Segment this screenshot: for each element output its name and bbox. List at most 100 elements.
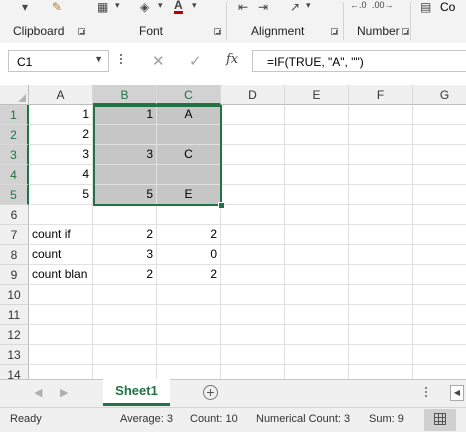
cell-d7[interactable] xyxy=(221,225,285,245)
cell-b13[interactable] xyxy=(93,345,157,365)
cell-g3[interactable] xyxy=(413,145,466,165)
row-header-12[interactable]: 12 xyxy=(0,325,29,345)
cell-f2[interactable] xyxy=(349,125,413,145)
decrease-decimal-icon[interactable]: .00→ xyxy=(372,0,394,10)
cell-a7[interactable]: count if xyxy=(29,225,93,245)
cell-a12[interactable] xyxy=(29,325,93,345)
cell-f14[interactable] xyxy=(349,365,413,379)
cell-f7[interactable] xyxy=(349,225,413,245)
row-header-8[interactable]: 8 xyxy=(0,245,29,265)
cell-e7[interactable] xyxy=(285,225,349,245)
font-dialog-launcher-icon[interactable] xyxy=(214,28,221,35)
column-header-c[interactable]: C xyxy=(157,85,221,105)
cell-d8[interactable] xyxy=(221,245,285,265)
increase-decimal-icon[interactable]: ←.0 xyxy=(350,0,367,10)
cell-e4[interactable] xyxy=(285,165,349,185)
cell-g13[interactable] xyxy=(413,345,466,365)
cell-f4[interactable] xyxy=(349,165,413,185)
next-sheet-icon[interactable]: ▶ xyxy=(60,386,68,399)
fill-color-dropdown-icon[interactable]: ▾ xyxy=(158,0,163,11)
cell-c9[interactable]: 2 xyxy=(157,265,221,285)
row-header-14[interactable]: 14 xyxy=(0,365,29,379)
cell-c13[interactable] xyxy=(157,345,221,365)
cell-a2[interactable]: 2 xyxy=(29,125,93,145)
cell-e14[interactable] xyxy=(285,365,349,379)
row-header-4[interactable]: 4 xyxy=(0,165,29,185)
column-header-f[interactable]: F xyxy=(349,85,413,105)
row-header-9[interactable]: 9 xyxy=(0,265,29,285)
cell-e10[interactable] xyxy=(285,285,349,305)
cell-d1[interactable] xyxy=(221,105,285,125)
column-header-e[interactable]: E xyxy=(285,85,349,105)
cell-e1[interactable] xyxy=(285,105,349,125)
cell-b4[interactable] xyxy=(93,165,157,185)
cell-c5[interactable]: E xyxy=(157,185,221,205)
font-color-icon[interactable]: A xyxy=(174,0,183,14)
orientation-icon[interactable]: ↗ xyxy=(290,0,300,14)
cell-d4[interactable] xyxy=(221,165,285,185)
cell-f5[interactable] xyxy=(349,185,413,205)
cell-b3[interactable]: 3 xyxy=(93,145,157,165)
tab-splitter-icon[interactable] xyxy=(425,387,427,399)
cell-a13[interactable] xyxy=(29,345,93,365)
number-dialog-launcher-icon[interactable] xyxy=(402,28,409,35)
borders-icon[interactable]: ▦ xyxy=(97,0,108,14)
enter-icon[interactable]: ✓ xyxy=(189,52,202,70)
cell-c14[interactable] xyxy=(157,365,221,379)
cell-b2[interactable] xyxy=(93,125,157,145)
cell-c10[interactable] xyxy=(157,285,221,305)
row-header-2[interactable]: 2 xyxy=(0,125,29,145)
row-header-1[interactable]: 1 xyxy=(0,105,29,125)
scroll-left-icon[interactable]: ◀ xyxy=(450,385,464,401)
cell-a8[interactable]: count xyxy=(29,245,93,265)
cell-b12[interactable] xyxy=(93,325,157,345)
chevron-down-icon[interactable]: ▼ xyxy=(94,54,103,64)
cell-c7[interactable]: 2 xyxy=(157,225,221,245)
cell-a4[interactable]: 4 xyxy=(29,165,93,185)
cell-c1[interactable]: A xyxy=(157,105,221,125)
cell-e13[interactable] xyxy=(285,345,349,365)
cell-f12[interactable] xyxy=(349,325,413,345)
orientation-dropdown-icon[interactable]: ▾ xyxy=(306,0,311,11)
fill-color-icon[interactable]: ◈ xyxy=(140,0,149,14)
cell-g6[interactable] xyxy=(413,205,466,225)
cell-g12[interactable] xyxy=(413,325,466,345)
decrease-indent-icon[interactable]: ⇤ xyxy=(238,0,248,14)
cell-g2[interactable] xyxy=(413,125,466,145)
cell-d6[interactable] xyxy=(221,205,285,225)
cell-c12[interactable] xyxy=(157,325,221,345)
cell-g14[interactable] xyxy=(413,365,466,379)
cell-e8[interactable] xyxy=(285,245,349,265)
cell-f1[interactable] xyxy=(349,105,413,125)
cell-a5[interactable]: 5 xyxy=(29,185,93,205)
cell-d14[interactable] xyxy=(221,365,285,379)
cell-b7[interactable]: 2 xyxy=(93,225,157,245)
status-numerical-count[interactable]: Numerical Count: 3 xyxy=(256,413,350,425)
font-color-dropdown-icon[interactable]: ▾ xyxy=(192,0,197,11)
status-sum[interactable]: Sum: 9 xyxy=(369,413,404,425)
cell-d3[interactable] xyxy=(221,145,285,165)
cell-c8[interactable]: 0 xyxy=(157,245,221,265)
cell-d5[interactable] xyxy=(221,185,285,205)
cell-b1[interactable]: 1 xyxy=(93,105,157,125)
cell-g1[interactable] xyxy=(413,105,466,125)
status-count[interactable]: Count: 10 xyxy=(190,413,238,425)
cell-d13[interactable] xyxy=(221,345,285,365)
cell-b8[interactable]: 3 xyxy=(93,245,157,265)
column-header-d[interactable]: D xyxy=(221,85,285,105)
cell-a9[interactable]: count blan xyxy=(29,265,93,285)
cell-d9[interactable] xyxy=(221,265,285,285)
cell-e3[interactable] xyxy=(285,145,349,165)
tab-sheet1[interactable]: Sheet1 xyxy=(103,379,170,406)
insert-function-icon[interactable]: fx xyxy=(226,52,238,67)
cell-c2[interactable] xyxy=(157,125,221,145)
cell-b10[interactable] xyxy=(93,285,157,305)
conditional-formatting-icon[interactable]: ▤ xyxy=(420,0,431,14)
clipboard-dialog-launcher-icon[interactable] xyxy=(78,28,85,35)
prev-sheet-icon[interactable]: ◀ xyxy=(34,386,42,399)
cell-b9[interactable]: 2 xyxy=(93,265,157,285)
cell-e6[interactable] xyxy=(285,205,349,225)
cell-e5[interactable] xyxy=(285,185,349,205)
cell-c3[interactable]: C xyxy=(157,145,221,165)
cell-a10[interactable] xyxy=(29,285,93,305)
